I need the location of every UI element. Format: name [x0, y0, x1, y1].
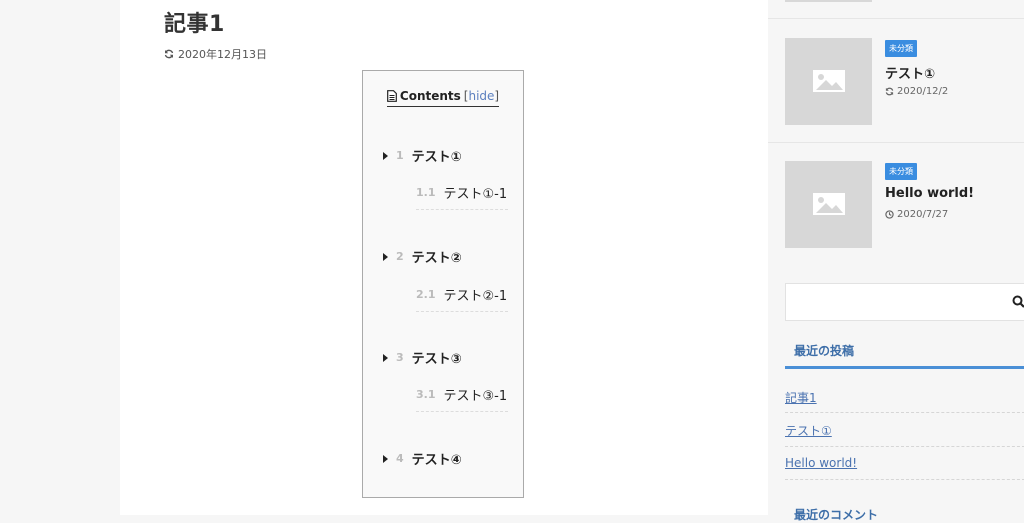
toc-item-label: テスト②	[412, 247, 462, 266]
sidebar-post-2[interactable]: 未分類 Hello world! 2020/7/27	[785, 161, 1024, 251]
toc-hide-link[interactable]: hide	[468, 89, 494, 103]
post-thumbnail[interactable]	[785, 38, 872, 125]
toc-item-label: テスト①	[412, 146, 462, 165]
divider	[785, 446, 1024, 447]
toc-subitem-2-1[interactable]: 2.1 テスト②-1	[416, 285, 508, 312]
main-content: 記事1 2020年12月13日 Contents [hide]	[120, 0, 768, 515]
toc-subitem-number: 1.1	[416, 186, 436, 199]
caret-right-icon	[383, 253, 388, 261]
divider	[785, 479, 1024, 480]
table-of-contents: Contents [hide] 1 テスト① 1.1 テスト①-1 2 テスト②…	[362, 70, 524, 498]
toc-subitem-1-1[interactable]: 1.1 テスト①-1	[416, 183, 508, 210]
post-title[interactable]: Hello world!	[885, 186, 974, 201]
recent-post-link-1[interactable]: 記事1	[785, 389, 1024, 406]
toc-item-number: 2	[396, 250, 404, 263]
recent-post-link-3[interactable]: Hello world!	[785, 456, 1024, 470]
toc-item-number: 4	[396, 452, 404, 465]
page-title: 記事1	[164, 6, 225, 38]
toc-header: Contents [hide]	[363, 89, 523, 107]
toc-hide-wrapper: [hide]	[464, 89, 499, 103]
sidebar-post-1[interactable]: 未分類 テスト① 2020/12/2	[785, 38, 1024, 128]
recent-posts-heading: 最近の投稿	[794, 342, 854, 359]
caret-right-icon	[383, 455, 388, 463]
previous-thumbnail-edge	[785, 0, 872, 2]
toc-subitem-3-1[interactable]: 3.1 テスト③-1	[416, 385, 508, 412]
caret-right-icon	[383, 354, 388, 362]
toc-subitem-number: 3.1	[416, 388, 436, 401]
toc-item-1[interactable]: 1 テスト①	[383, 146, 462, 165]
toc-title: Contents	[400, 89, 461, 103]
sidebar: 未分類 テスト① 2020/12/2 未分類 Hello world!	[768, 0, 1024, 515]
category-badge[interactable]: 未分類	[885, 163, 917, 180]
toc-item-label: テスト④	[412, 449, 462, 468]
toc-subitem-number: 2.1	[416, 288, 436, 301]
caret-right-icon	[383, 152, 388, 160]
toc-subitem-label: テスト①-1	[444, 183, 508, 202]
post-thumbnail[interactable]	[785, 161, 872, 248]
toc-item-number: 3	[396, 351, 404, 364]
post-date: 2020/7/27	[885, 209, 948, 220]
search-icon[interactable]	[1012, 295, 1024, 308]
toc-item-3[interactable]: 3 テスト③	[383, 348, 462, 367]
post-date-text: 2020/12/2	[897, 86, 948, 97]
image-placeholder-icon	[813, 70, 845, 92]
updated-date-text: 2020年12月13日	[178, 46, 267, 62]
image-placeholder-icon	[813, 193, 845, 215]
post-title[interactable]: テスト①	[885, 63, 935, 82]
toc-hide-close-bracket: ]	[494, 89, 499, 103]
recent-post-link-2[interactable]: テスト①	[785, 422, 1024, 439]
document-icon	[387, 90, 397, 102]
refresh-icon	[164, 49, 174, 59]
divider	[785, 412, 1024, 413]
toc-item-4[interactable]: 4 テスト④	[383, 449, 462, 468]
toc-item-2[interactable]: 2 テスト②	[383, 247, 462, 266]
clock-icon	[885, 210, 894, 219]
toc-subitem-label: テスト②-1	[444, 285, 508, 304]
post-date-text: 2020/7/27	[897, 209, 948, 220]
updated-date: 2020年12月13日	[164, 46, 267, 62]
heading-underline	[785, 366, 1024, 369]
divider	[768, 18, 1024, 19]
toc-item-number: 1	[396, 149, 404, 162]
search-input[interactable]	[785, 283, 1024, 321]
category-badge[interactable]: 未分類	[885, 40, 917, 57]
toc-item-label: テスト③	[412, 348, 462, 367]
toc-subitem-label: テスト③-1	[444, 385, 508, 404]
divider	[768, 142, 1024, 143]
post-date: 2020/12/2	[885, 86, 948, 97]
refresh-icon	[885, 87, 894, 96]
